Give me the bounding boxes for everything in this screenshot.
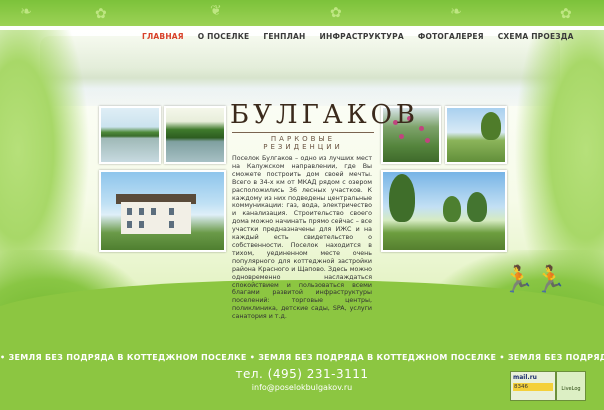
nav-item-directions[interactable]: СХЕМА ПРОЕЗДА <box>498 32 574 41</box>
meadow-photo[interactable] <box>445 106 507 164</box>
promo-ticker: • ЗЕМЛЯ БЕЗ ПОДРЯДА В КОТТЕДЖНОМ ПОСЕЛКЕ… <box>0 353 604 362</box>
leaf-icon: ✿ <box>330 5 342 21</box>
house-photo[interactable] <box>99 170 226 252</box>
runners-icon: 🏃🏃 <box>502 265 567 295</box>
lake-landscape-background <box>40 36 560 106</box>
nav-item-home[interactable]: ГЛАВНАЯ <box>142 32 184 41</box>
forest-lake-photo[interactable] <box>164 106 226 164</box>
nav-item-infrastructure[interactable]: ИНФРАСТРУКТУРА <box>320 32 404 41</box>
birch-forest-photo[interactable] <box>381 170 507 252</box>
site-logo[interactable]: БУЛГАКОВ ПАРКОВЫЕ РЕЗИДЕНЦИИ <box>230 100 420 151</box>
mail-ru-counter[interactable]: mail.ru 8346 <box>510 371 556 401</box>
nav-item-general-plan[interactable]: ГЕНПЛАН <box>263 32 305 41</box>
lake-photo[interactable] <box>99 106 161 164</box>
nav-item-photo-gallery[interactable]: ФОТОГАЛЕРЕЯ <box>418 32 484 41</box>
leaf-icon: ❧ <box>450 4 462 20</box>
logo-title: БУЛГАКОВ <box>230 100 420 130</box>
main-navigation: ГЛАВНАЯ О ПОСЕЛКЕ ГЕНПЛАН ИНФРАСТРУКТУРА… <box>142 32 574 41</box>
liveinternet-label: LiveLog <box>561 386 581 392</box>
leaf-icon: ✿ <box>560 6 572 22</box>
logo-subtitle: ПАРКОВЫЕ РЕЗИДЕНЦИИ <box>263 135 343 151</box>
leaf-icon: ❦ <box>210 3 222 19</box>
nav-item-about[interactable]: О ПОСЕЛКЕ <box>198 32 250 41</box>
logo-divider <box>232 132 374 133</box>
mail-ru-label: mail.ru <box>513 374 537 381</box>
village-description: Поселок Булгаков – одно из лучших мест н… <box>232 155 372 321</box>
header-band: ❧ ✿ ❦ ✿ ❧ ✿ <box>0 0 604 28</box>
mail-ru-count: 8346 <box>513 383 553 391</box>
liveinternet-counter[interactable]: LiveLog <box>556 371 586 401</box>
leaf-icon: ✿ <box>95 6 107 22</box>
leaf-icon: ❧ <box>20 4 32 20</box>
house-facade <box>121 202 191 234</box>
